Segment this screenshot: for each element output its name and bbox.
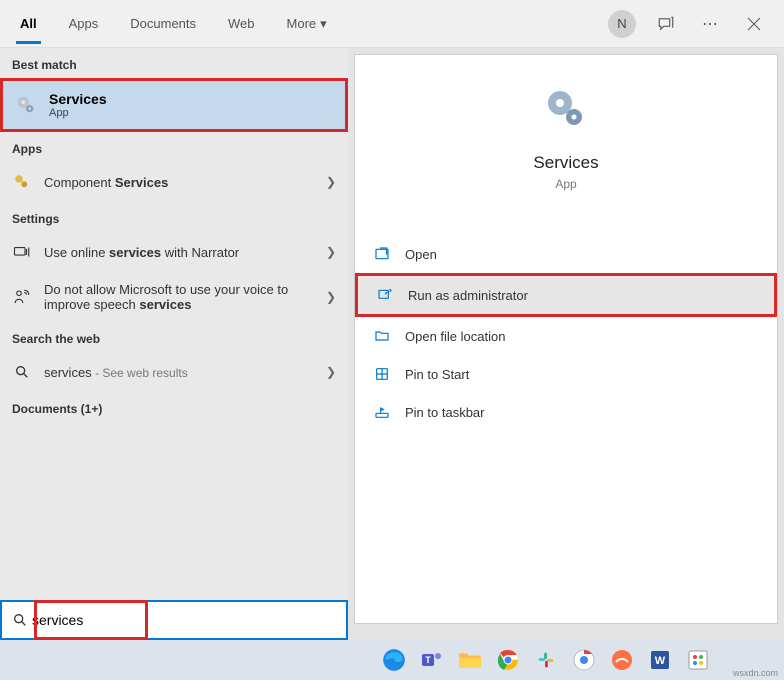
tab-all[interactable]: All xyxy=(16,4,41,44)
documents-label: Documents (1+) xyxy=(0,392,348,422)
taskbar-app-icon[interactable] xyxy=(606,644,638,676)
taskbar-chrome2-icon[interactable] xyxy=(568,644,600,676)
taskbar-teams-icon[interactable]: T xyxy=(416,644,448,676)
settings-label: Settings xyxy=(0,202,348,232)
admin-icon xyxy=(376,286,394,304)
folder-icon xyxy=(373,327,391,345)
action-label: Run as administrator xyxy=(408,288,528,303)
preview-sub: App xyxy=(555,177,576,191)
action-open[interactable]: Open xyxy=(355,235,777,273)
taskbar-explorer-icon[interactable] xyxy=(454,644,486,676)
header-right: N ⋯ xyxy=(608,10,768,38)
services-icon xyxy=(15,94,37,116)
action-label: Open xyxy=(405,247,437,262)
taskbar: T W xyxy=(0,640,784,680)
app-item-label: Component Services xyxy=(44,175,314,190)
open-icon xyxy=(373,245,391,263)
component-services-icon xyxy=(12,172,32,192)
tab-web[interactable]: Web xyxy=(224,4,259,44)
svg-text:W: W xyxy=(655,655,666,667)
close-icon[interactable] xyxy=(740,10,768,38)
search-input[interactable] xyxy=(28,608,336,632)
pin-start-icon xyxy=(373,365,391,383)
chevron-down-icon: ▾ xyxy=(320,16,327,32)
action-pin-start[interactable]: Pin to Start xyxy=(355,355,777,393)
taskbar-paint-icon[interactable] xyxy=(682,644,714,676)
search-bar[interactable] xyxy=(0,600,348,640)
app-component-services[interactable]: Component Services ❯ xyxy=(0,162,348,202)
tab-documents[interactable]: Documents xyxy=(126,4,200,44)
web-result-services[interactable]: services - See web results ❯ xyxy=(0,352,348,392)
search-icon xyxy=(12,362,32,382)
best-match-sub: App xyxy=(49,107,107,119)
preview-header: Services App xyxy=(355,75,777,211)
taskbar-word-icon[interactable]: W xyxy=(644,644,676,676)
main-area: Best match Services App Apps Component S… xyxy=(0,48,784,630)
action-run-admin[interactable]: Run as administrator xyxy=(355,273,777,317)
svg-text:T: T xyxy=(425,655,431,665)
setting-item-label: Use online services with Narrator xyxy=(44,245,314,260)
action-open-location[interactable]: Open file location xyxy=(355,317,777,355)
feedback-icon[interactable] xyxy=(652,10,680,38)
apps-label: Apps xyxy=(0,132,348,162)
action-label: Open file location xyxy=(405,329,505,344)
setting-item-label: Do not allow Microsoft to use your voice… xyxy=(44,282,314,312)
taskbar-edge-icon[interactable] xyxy=(378,644,410,676)
narrator-icon xyxy=(12,242,32,262)
tab-apps[interactable]: Apps xyxy=(65,4,103,44)
tab-more[interactable]: More ▾ xyxy=(283,4,331,44)
avatar[interactable]: N xyxy=(608,10,636,38)
search-web-label: Search the web xyxy=(0,322,348,352)
preview-panel: Services App Open Run as administrator O… xyxy=(354,54,778,624)
speech-icon xyxy=(12,287,32,307)
taskbar-chrome-icon[interactable] xyxy=(492,644,524,676)
setting-narrator-services[interactable]: Use online services with Narrator ❯ xyxy=(0,232,348,272)
chevron-right-icon: ❯ xyxy=(326,365,336,379)
web-item-label: services - See web results xyxy=(44,365,314,380)
best-match-text: Services App xyxy=(49,91,107,119)
pin-taskbar-icon xyxy=(373,403,391,421)
watermark: wsxdn.com xyxy=(733,668,778,678)
chevron-right-icon: ❯ xyxy=(326,245,336,259)
more-icon[interactable]: ⋯ xyxy=(696,10,724,38)
chevron-right-icon: ❯ xyxy=(326,290,336,304)
action-label: Pin to taskbar xyxy=(405,405,485,420)
best-match-item[interactable]: Services App xyxy=(0,78,348,132)
results-panel: Best match Services App Apps Component S… xyxy=(0,48,348,630)
header-bar: All Apps Documents Web More ▾ N ⋯ xyxy=(0,0,784,48)
taskbar-slack-icon[interactable] xyxy=(530,644,562,676)
setting-speech-services[interactable]: Do not allow Microsoft to use your voice… xyxy=(0,272,348,322)
tab-strip: All Apps Documents Web More ▾ xyxy=(16,4,608,44)
best-match-label: Best match xyxy=(0,48,348,78)
search-icon xyxy=(12,612,28,628)
action-label: Pin to Start xyxy=(405,367,469,382)
services-large-icon xyxy=(542,85,590,133)
chevron-right-icon: ❯ xyxy=(326,175,336,189)
action-list: Open Run as administrator Open file loca… xyxy=(355,235,777,431)
best-match-title: Services xyxy=(49,91,107,107)
action-pin-taskbar[interactable]: Pin to taskbar xyxy=(355,393,777,431)
preview-title: Services xyxy=(533,153,598,173)
